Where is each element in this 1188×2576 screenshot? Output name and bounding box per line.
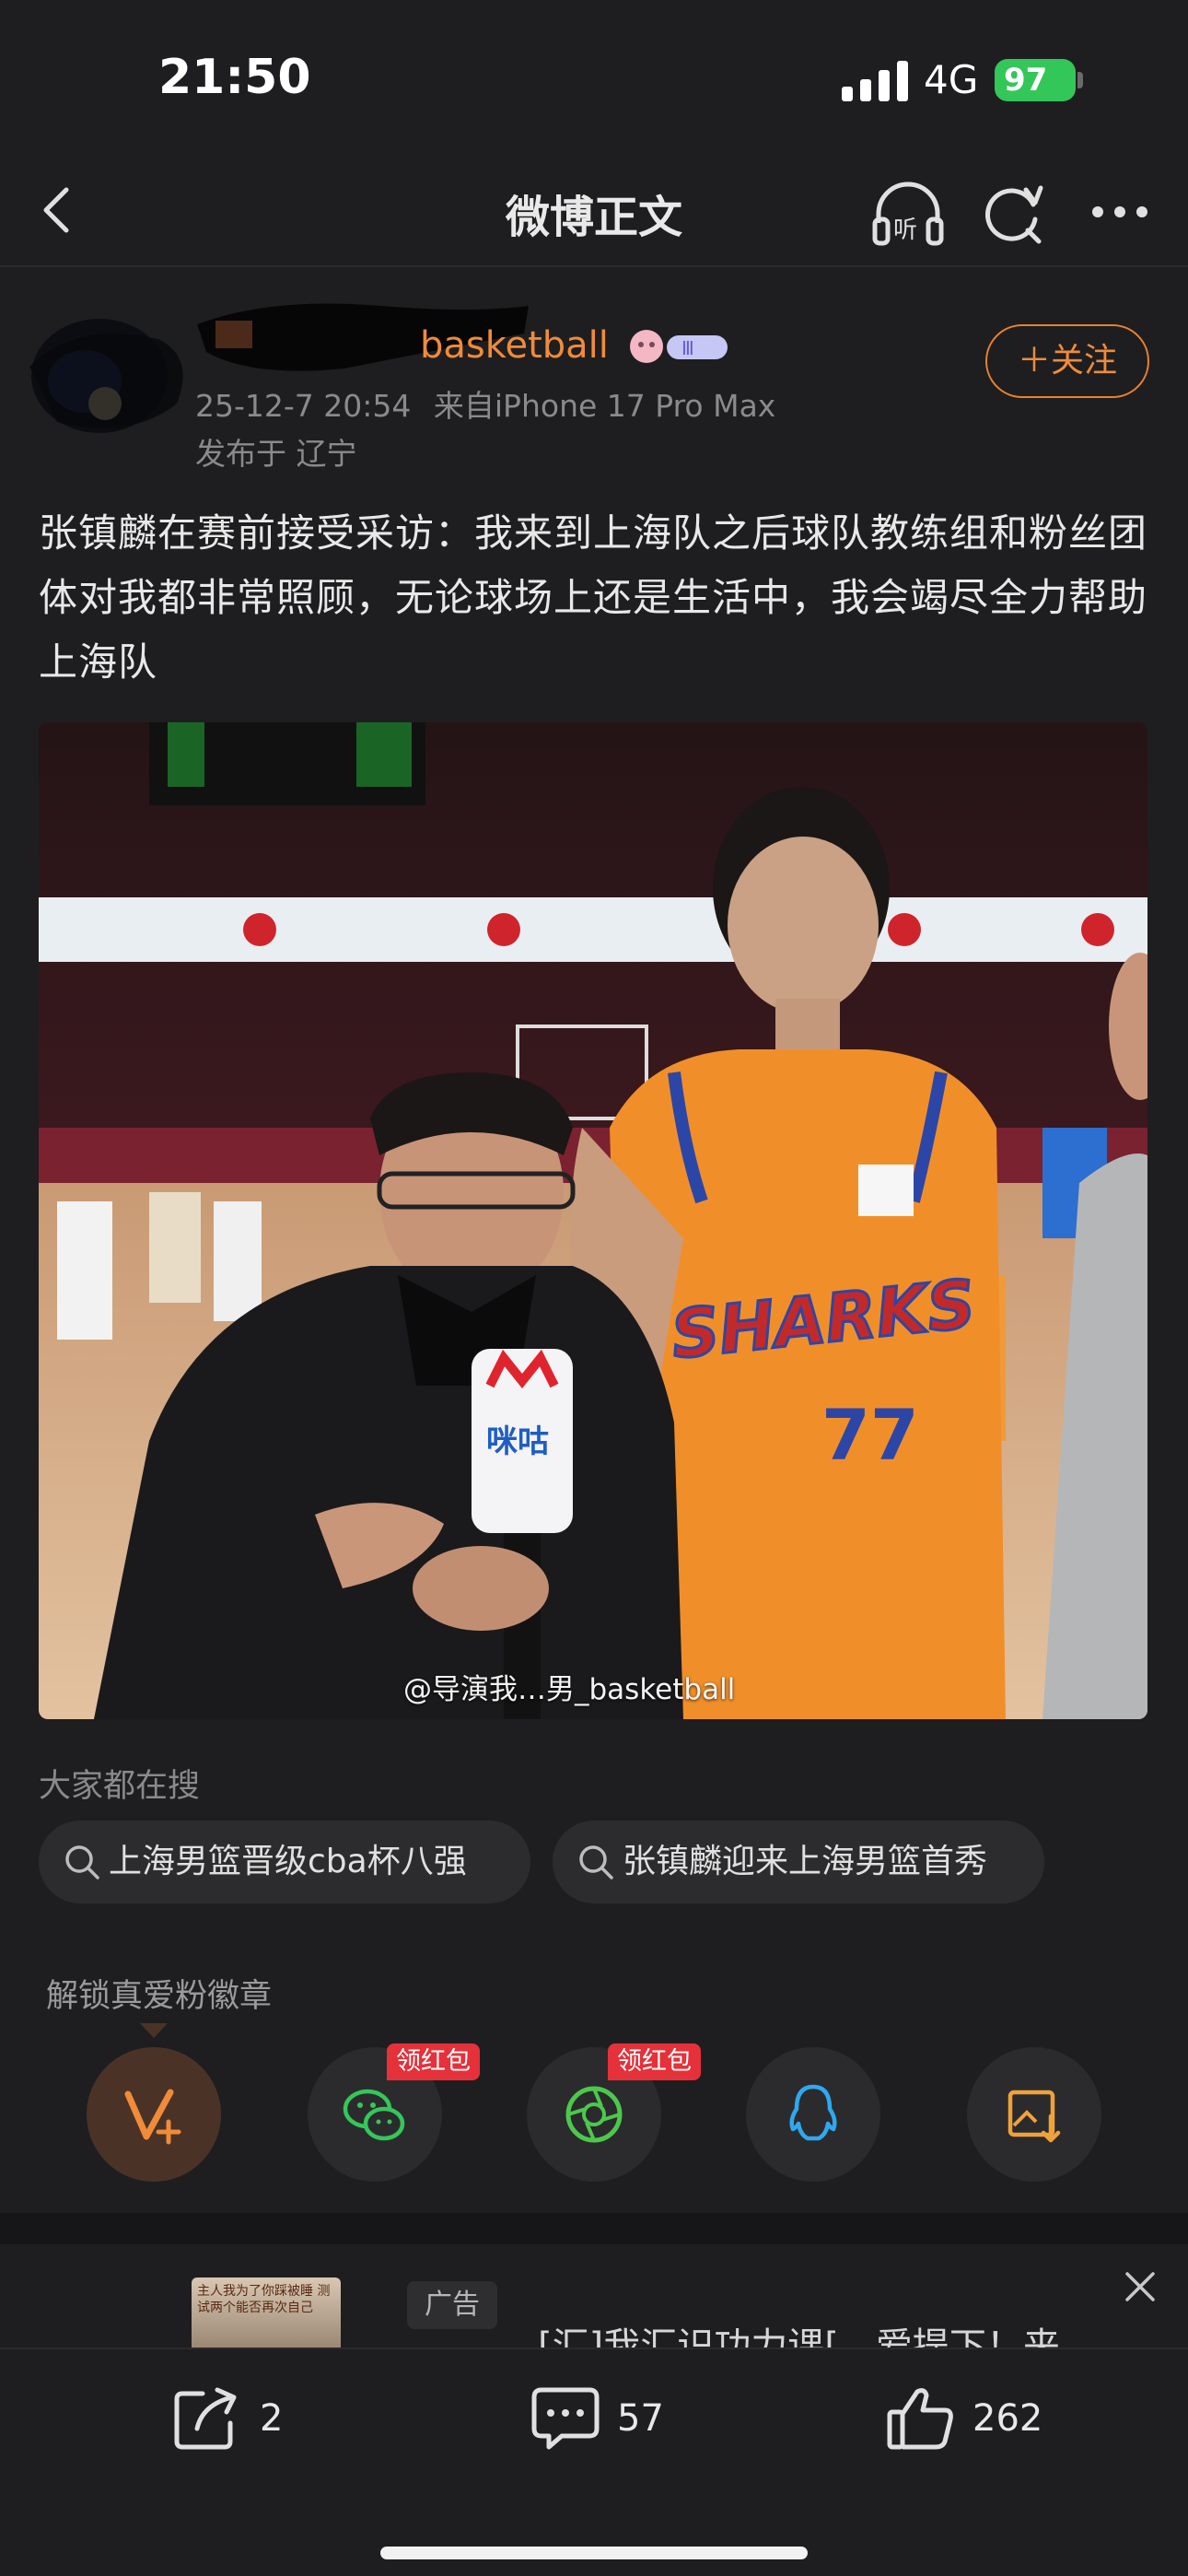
interview-photo: SHARKS 77 咪咕 — [39, 722, 1147, 1719]
post-text: 张镇麟在赛前接受采访：我来到上海队之后球队教练组和粉丝团体对我都非常照顾，无论球… — [39, 510, 1148, 685]
share-qq-button[interactable] — [746, 2047, 880, 2182]
battery-indicator: 97 — [995, 59, 1076, 101]
search-chip-label: 上海男篮晋级cba杯八强 — [109, 1843, 467, 1880]
close-icon[interactable] — [1122, 2268, 1159, 2305]
ad-thumbnail[interactable]: 主人我为了你踩被睡 测试两个能否再次自己 — [192, 2277, 341, 2348]
comment-count: 57 — [617, 2397, 664, 2440]
like-icon — [887, 2388, 953, 2450]
repost-icon — [174, 2387, 237, 2450]
ad-label: 广告 — [407, 2281, 497, 2329]
refresh-search-icon[interactable] — [978, 177, 1048, 247]
fan-badge-heading: 解锁真爱粉徽章 — [46, 1978, 273, 2015]
post-source: 来自iPhone 17 Pro Max — [433, 388, 776, 424]
member-badge-icon: Ⅲ — [630, 330, 728, 363]
post-location: 发布于 辽宁 — [195, 436, 357, 472]
nav-bar: 微博正文 听 — [0, 157, 1188, 267]
svg-text:听: 听 — [893, 217, 917, 244]
ad-thumbnail-text: 主人我为了你踩被睡 测试两个能否再次自己 — [197, 2284, 331, 2315]
follow-button[interactable]: ＋关注 — [985, 324, 1149, 398]
repost-count: 2 — [260, 2397, 284, 2440]
avatar[interactable] — [20, 302, 201, 450]
section-divider — [0, 2213, 1188, 2244]
image-watermark: @导演我…男_basketball — [403, 1673, 736, 1706]
bottom-action-bar: 2 57 262 — [0, 2348, 1188, 2576]
ad-card[interactable]: 主人我为了你踩被睡 测试两个能否再次自己 广告 [汇]我汇识功力课[，爱提下！来 — [0, 2244, 1188, 2348]
headphones-listen-icon[interactable]: 听 — [868, 177, 949, 251]
page: 21:50 4G 97 微博正文 听 basketball Ⅲ 25-12-7 … — [0, 0, 1188, 2576]
qq-icon — [789, 2084, 837, 2141]
author-header: basketball Ⅲ 25-12-7 20:54 来自iPhone 17 P… — [0, 276, 1188, 488]
red-packet-tag: 领红包 — [608, 2043, 701, 2080]
vplus-icon — [124, 2089, 181, 2145]
search-icon — [65, 1845, 99, 1879]
search-chip[interactable]: 张镇麟迎来上海男篮首秀 — [553, 1821, 1044, 1903]
status-time: 21:50 — [158, 50, 311, 105]
author-name[interactable]: basketball — [420, 324, 609, 367]
post-time-source: 25-12-7 20:54 来自iPhone 17 Pro Max — [195, 381, 775, 426]
search-chip-label: 张镇麟迎来上海男篮首秀 — [623, 1843, 988, 1880]
jersey-number: 77 — [821, 1394, 919, 1476]
signal-icon — [842, 61, 908, 101]
vplus-button[interactable] — [87, 2047, 221, 2182]
wechat-icon — [343, 2089, 405, 2141]
mic-label: 咪咕 — [486, 1423, 549, 1460]
save-image-button[interactable] — [967, 2047, 1101, 2182]
ad-title[interactable]: [汇]我汇识功力课[，爱提下！来 — [538, 2316, 1060, 2348]
repost-button[interactable]: 2 — [171, 2377, 355, 2460]
post-time: 25-12-7 20:54 — [195, 388, 412, 424]
comment-button[interactable]: 57 — [529, 2377, 713, 2460]
svg-text:Ⅲ: Ⅲ — [681, 337, 694, 359]
like-button[interactable]: 262 — [884, 2377, 1087, 2460]
trending-search-heading: 大家都在搜 — [39, 1768, 201, 1805]
save-image-icon — [1007, 2090, 1061, 2143]
search-chip[interactable]: 上海男篮晋级cba杯八强 — [39, 1821, 530, 1903]
comment-icon — [531, 2387, 600, 2450]
moments-icon — [565, 2086, 623, 2143]
battery-cap — [1077, 72, 1083, 88]
like-count: 262 — [973, 2397, 1043, 2440]
post-image[interactable]: SHARKS 77 咪咕 — [39, 722, 1147, 1719]
network-type: 4G — [924, 57, 979, 102]
more-icon[interactable] — [1085, 177, 1155, 247]
caret-icon — [140, 2023, 168, 2038]
red-packet-tag: 领红包 — [387, 2043, 480, 2080]
status-bar: 21:50 4G 97 — [0, 0, 1188, 157]
home-indicator[interactable] — [380, 2547, 808, 2559]
search-icon — [579, 1845, 613, 1879]
